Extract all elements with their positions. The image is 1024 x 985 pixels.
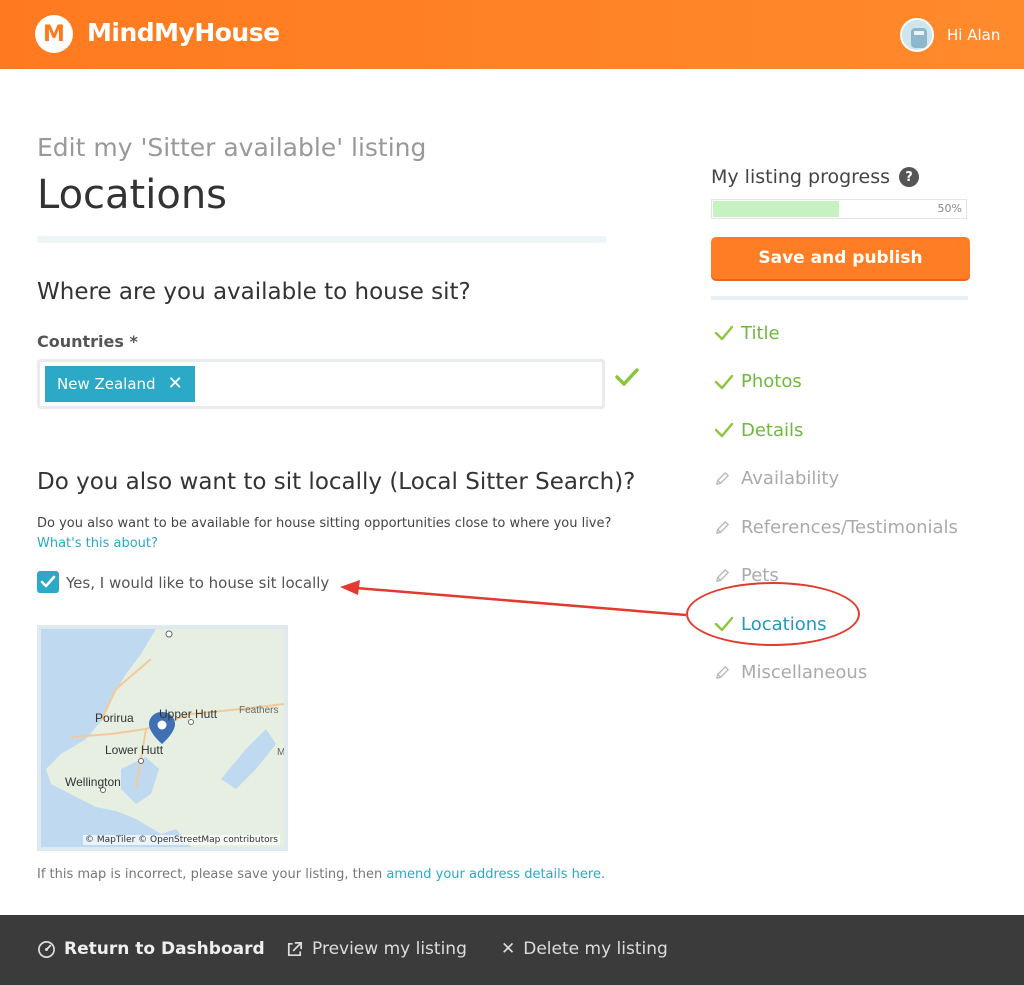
user-greeting[interactable]: Hi Alan bbox=[947, 26, 1000, 44]
step-label: Availability bbox=[741, 468, 840, 490]
step-label: Title bbox=[741, 322, 780, 344]
valid-check-icon bbox=[615, 368, 639, 386]
save-and-publish-button[interactable]: Save and publish bbox=[711, 237, 970, 279]
map-label-feathers: Feathers bbox=[239, 705, 279, 716]
checkmark-icon bbox=[40, 575, 56, 588]
pencil-icon bbox=[714, 664, 741, 681]
check-icon bbox=[714, 421, 741, 439]
page-subtitle: Edit my 'Sitter available' listing bbox=[37, 133, 427, 162]
map-label-porirua: Porirua bbox=[95, 711, 134, 725]
step-photos[interactable]: Photos bbox=[714, 358, 974, 407]
country-tag: New Zealand ✕ bbox=[45, 366, 195, 402]
map-label-wellington: Wellington bbox=[65, 775, 121, 789]
step-references-testimonials[interactable]: References/Testimonials bbox=[714, 503, 974, 552]
page-title: Locations bbox=[37, 172, 228, 218]
countries-label: Countries * bbox=[37, 332, 138, 351]
pencil-icon bbox=[714, 519, 741, 536]
map-label-lower-hutt: Lower Hutt bbox=[105, 743, 164, 757]
sidebar-divider bbox=[711, 296, 968, 300]
map-label-upper-hutt: Upper Hutt bbox=[159, 707, 218, 721]
map-image bbox=[41, 629, 284, 847]
pencil-icon bbox=[714, 567, 741, 584]
pencil-icon bbox=[714, 470, 741, 487]
help-icon[interactable]: ? bbox=[899, 167, 919, 187]
footer-bar: Return to Dashboard Preview my listing ✕… bbox=[0, 915, 1024, 985]
avatar[interactable] bbox=[900, 18, 934, 52]
map-label-m: M bbox=[277, 747, 286, 758]
title-divider bbox=[37, 236, 606, 243]
map-attribution[interactable]: © MapTiler © OpenStreetMap contributors bbox=[82, 835, 280, 845]
country-tag-label: New Zealand bbox=[57, 375, 156, 393]
local-sit-checkbox[interactable] bbox=[37, 571, 59, 593]
local-sit-label[interactable]: Yes, I would like to house sit locally bbox=[66, 574, 329, 592]
delete-listing-link[interactable]: ✕ Delete my listing bbox=[501, 939, 668, 959]
map-note-text: If this map is incorrect, please save yo… bbox=[37, 867, 387, 882]
step-miscellaneous[interactable]: Miscellaneous bbox=[714, 649, 974, 698]
check-icon bbox=[714, 373, 741, 391]
local-description: Do you also want to be available for hou… bbox=[37, 516, 612, 531]
dashboard-icon bbox=[38, 940, 55, 958]
step-label: Details bbox=[741, 419, 804, 441]
logo-icon[interactable]: M bbox=[35, 15, 73, 53]
map-note: If this map is incorrect, please save yo… bbox=[37, 867, 605, 882]
countries-input[interactable]: New Zealand ✕ bbox=[37, 359, 605, 409]
progress-percent: 50% bbox=[937, 202, 962, 215]
return-dashboard-link[interactable]: Return to Dashboard bbox=[37, 939, 265, 959]
section-heading-local: Do you also want to sit locally (Local S… bbox=[37, 469, 636, 495]
step-label: Miscellaneous bbox=[741, 662, 868, 684]
progress-title: My listing progress bbox=[711, 166, 891, 188]
progress-bar: 50% bbox=[711, 199, 967, 219]
annotation-arrow-icon bbox=[340, 580, 687, 617]
top-navbar: M MindMyHouse Hi Alan bbox=[0, 0, 1024, 69]
step-details[interactable]: Details bbox=[714, 406, 974, 455]
step-title[interactable]: Title bbox=[714, 309, 974, 358]
map-note-suffix: . bbox=[600, 867, 606, 882]
avatar-image bbox=[902, 20, 932, 50]
progress-fill bbox=[713, 201, 839, 217]
step-label: Photos bbox=[741, 371, 802, 393]
step-availability[interactable]: Availability bbox=[714, 455, 974, 504]
delete-listing-label: Delete my listing bbox=[523, 939, 668, 959]
step-label: References/Testimonials bbox=[741, 516, 958, 538]
preview-listing-link[interactable]: Preview my listing bbox=[285, 939, 467, 959]
remove-tag-icon[interactable]: ✕ bbox=[168, 375, 183, 393]
external-link-icon bbox=[287, 941, 303, 956]
check-icon bbox=[714, 324, 741, 342]
section-heading-availability: Where are you available to house sit? bbox=[37, 279, 471, 305]
whats-this-link[interactable]: What's this about? bbox=[37, 536, 158, 551]
brand-name[interactable]: MindMyHouse bbox=[87, 18, 280, 47]
highlight-annotation bbox=[686, 582, 860, 646]
return-dashboard-label: Return to Dashboard bbox=[64, 939, 265, 959]
preview-listing-label: Preview my listing bbox=[312, 939, 467, 959]
location-map[interactable]: Porirua Upper Hutt Feathers Lower Hutt W… bbox=[37, 625, 288, 851]
close-icon: ✕ bbox=[501, 939, 516, 959]
amend-address-link[interactable]: amend your address details here bbox=[386, 867, 601, 882]
